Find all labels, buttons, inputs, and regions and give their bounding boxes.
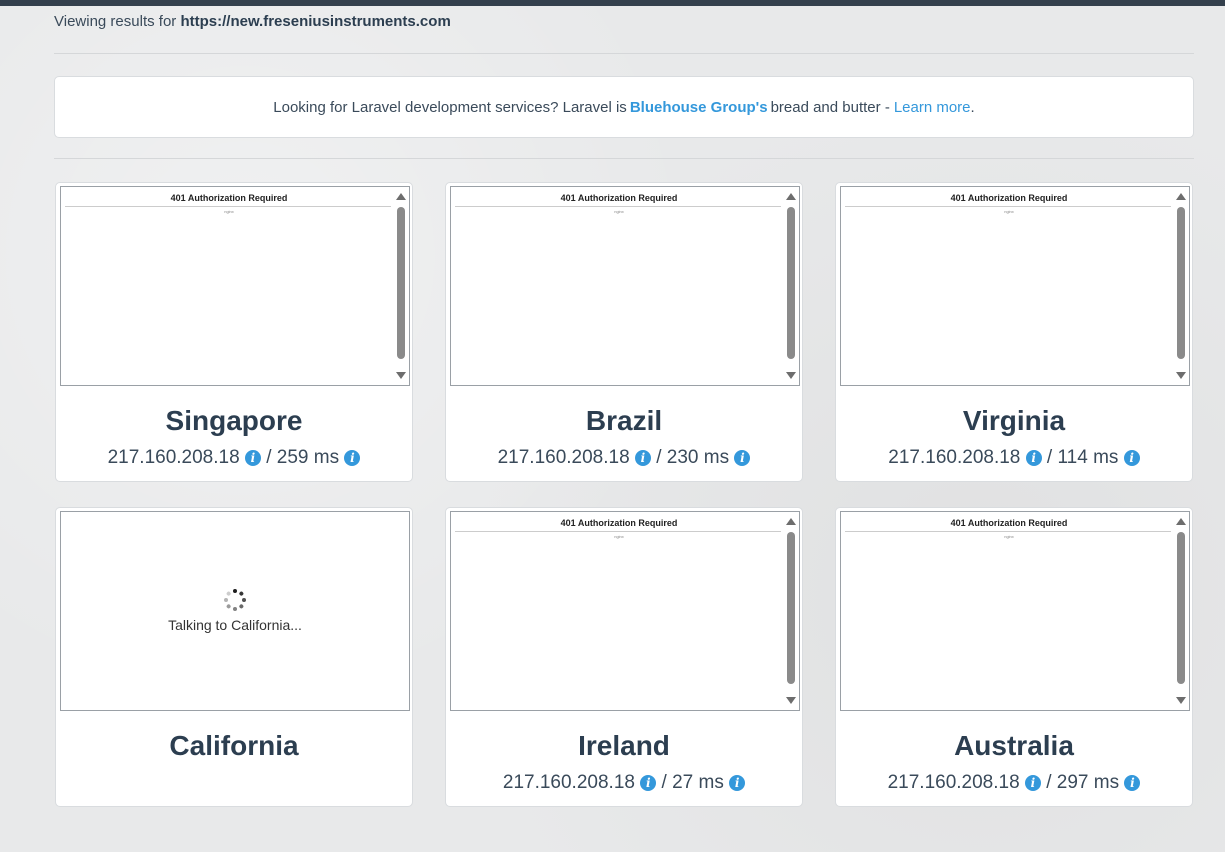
response-time: 114 ms <box>1057 447 1119 468</box>
spinner-dot <box>225 603 232 610</box>
scroll-up-arrow-icon[interactable] <box>1176 518 1186 525</box>
scrollbar-thumb[interactable] <box>397 207 405 359</box>
result-meta: 217.160.208.18 i / 230 ms i <box>446 447 802 469</box>
loading-text: Talking to California... <box>168 617 302 633</box>
result-card-virginia: 401 Authorization Required nginx Virgini… <box>835 182 1193 482</box>
result-meta: 217.160.208.18 i / 297 ms i <box>836 772 1192 794</box>
viewing-results-line: Viewing results for https://new.freseniu… <box>54 13 451 30</box>
ip-address: 217.160.208.18 <box>887 772 1020 793</box>
scroll-down-arrow-icon[interactable] <box>396 372 406 379</box>
info-circle-icon[interactable]: i <box>1124 775 1141 791</box>
preview-frame: Talking to California... <box>60 511 410 711</box>
preview-server: nginx <box>1004 209 1014 214</box>
loading-indicator: Talking to California... <box>61 512 409 710</box>
preview-server: nginx <box>224 209 234 214</box>
result-card-ireland: 401 Authorization Required nginx Ireland… <box>445 507 803 807</box>
divider <box>54 53 1194 54</box>
preview-title: 401 Authorization Required <box>560 518 678 528</box>
preview-title: 401 Authorization Required <box>950 193 1068 203</box>
spinner-dot <box>233 589 237 593</box>
preview-rule <box>455 531 781 532</box>
result-meta: 217.160.208.18 i / 27 ms i <box>446 772 802 794</box>
preview-server: nginx <box>1004 534 1014 539</box>
scroll-down-arrow-icon[interactable] <box>786 697 796 704</box>
scroll-up-arrow-icon[interactable] <box>786 518 796 525</box>
city-name: Brazil <box>585 405 663 436</box>
city-name: Virginia <box>962 405 1066 436</box>
scrollbar-thumb[interactable] <box>787 207 795 359</box>
preview-title: 401 Authorization Required <box>950 518 1068 528</box>
preview-rule <box>845 531 1171 532</box>
spinner-dot <box>233 607 237 611</box>
ip-address: 217.160.208.18 <box>502 772 635 793</box>
viewing-prefix: Viewing results for <box>54 13 177 30</box>
info-circle-icon[interactable]: i <box>244 450 261 466</box>
result-meta: 217.160.208.18 i / 114 ms i <box>836 447 1192 469</box>
promo-period: . <box>970 98 975 116</box>
scroll-up-arrow-icon[interactable] <box>1176 193 1186 200</box>
info-circle-icon[interactable]: i <box>344 450 361 466</box>
tested-url: https://new.freseniusinstruments.com <box>180 13 451 30</box>
preview-server: nginx <box>614 209 624 214</box>
result-meta: 217.160.208.18 i / 259 ms i <box>56 447 412 469</box>
response-time: 297 ms <box>1056 772 1120 793</box>
preview-rule <box>845 206 1171 207</box>
result-card-california: Talking to California... California <box>55 507 413 807</box>
response-time: 230 ms <box>666 447 730 468</box>
preview-frame[interactable]: 401 Authorization Required nginx <box>450 511 800 711</box>
info-circle-icon[interactable]: i <box>634 450 651 466</box>
result-card-australia: 401 Authorization Required nginx Austral… <box>835 507 1193 807</box>
city-name: Australia <box>954 730 1074 761</box>
info-circle-icon[interactable]: i <box>734 450 751 466</box>
result-card-singapore: 401 Authorization Required nginx Singapo… <box>55 182 413 482</box>
city-name: California <box>169 730 299 761</box>
spinner-dot <box>238 590 245 597</box>
top-navbar <box>0 0 1225 6</box>
preview-title: 401 Authorization Required <box>560 193 678 203</box>
preview-title: 401 Authorization Required <box>170 193 288 203</box>
scrollbar-thumb[interactable] <box>787 532 795 684</box>
divider <box>54 158 1194 159</box>
scroll-down-arrow-icon[interactable] <box>1176 697 1186 704</box>
spinner-icon <box>224 589 246 611</box>
promo-text: Looking for Laravel development services… <box>273 98 627 116</box>
scrollbar-thumb[interactable] <box>1177 532 1185 684</box>
scroll-down-arrow-icon[interactable] <box>1176 372 1186 379</box>
info-circle-icon[interactable]: i <box>640 775 657 791</box>
preview-frame[interactable]: 401 Authorization Required nginx <box>60 186 410 386</box>
response-time: 27 ms <box>672 772 724 793</box>
ip-address: 217.160.208.18 <box>107 447 240 468</box>
preview-rule <box>455 206 781 207</box>
preview-frame[interactable]: 401 Authorization Required nginx <box>840 511 1190 711</box>
spinner-dot <box>225 590 232 597</box>
ip-address: 217.160.208.18 <box>497 447 630 468</box>
preview-frame[interactable]: 401 Authorization Required nginx <box>840 186 1190 386</box>
info-circle-icon[interactable]: i <box>729 775 746 791</box>
spinner-dot <box>224 598 228 602</box>
preview-frame[interactable]: 401 Authorization Required nginx <box>450 186 800 386</box>
city-name: Ireland <box>578 730 670 761</box>
promo-banner: Looking for Laravel development services… <box>54 76 1194 138</box>
promo-brand-link[interactable]: Bluehouse Group's <box>630 99 768 116</box>
info-circle-icon[interactable]: i <box>1024 775 1041 791</box>
spinner-dot <box>242 598 246 602</box>
learn-more-link[interactable]: Learn more <box>894 99 971 116</box>
response-time: 259 ms <box>276 447 340 468</box>
promo-text-middle: bread and butter - <box>770 98 890 116</box>
scroll-up-arrow-icon[interactable] <box>396 193 406 200</box>
scroll-up-arrow-icon[interactable] <box>786 193 796 200</box>
ip-address: 217.160.208.18 <box>888 447 1021 468</box>
info-circle-icon[interactable]: i <box>1123 450 1140 466</box>
result-card-brazil: 401 Authorization Required nginx Brazil … <box>445 182 803 482</box>
scrollbar-thumb[interactable] <box>1177 207 1185 359</box>
preview-rule <box>65 206 391 207</box>
preview-server: nginx <box>614 534 624 539</box>
scroll-down-arrow-icon[interactable] <box>786 372 796 379</box>
info-circle-icon[interactable]: i <box>1025 450 1042 466</box>
spinner-dot <box>238 603 245 610</box>
city-name: Singapore <box>165 405 303 436</box>
